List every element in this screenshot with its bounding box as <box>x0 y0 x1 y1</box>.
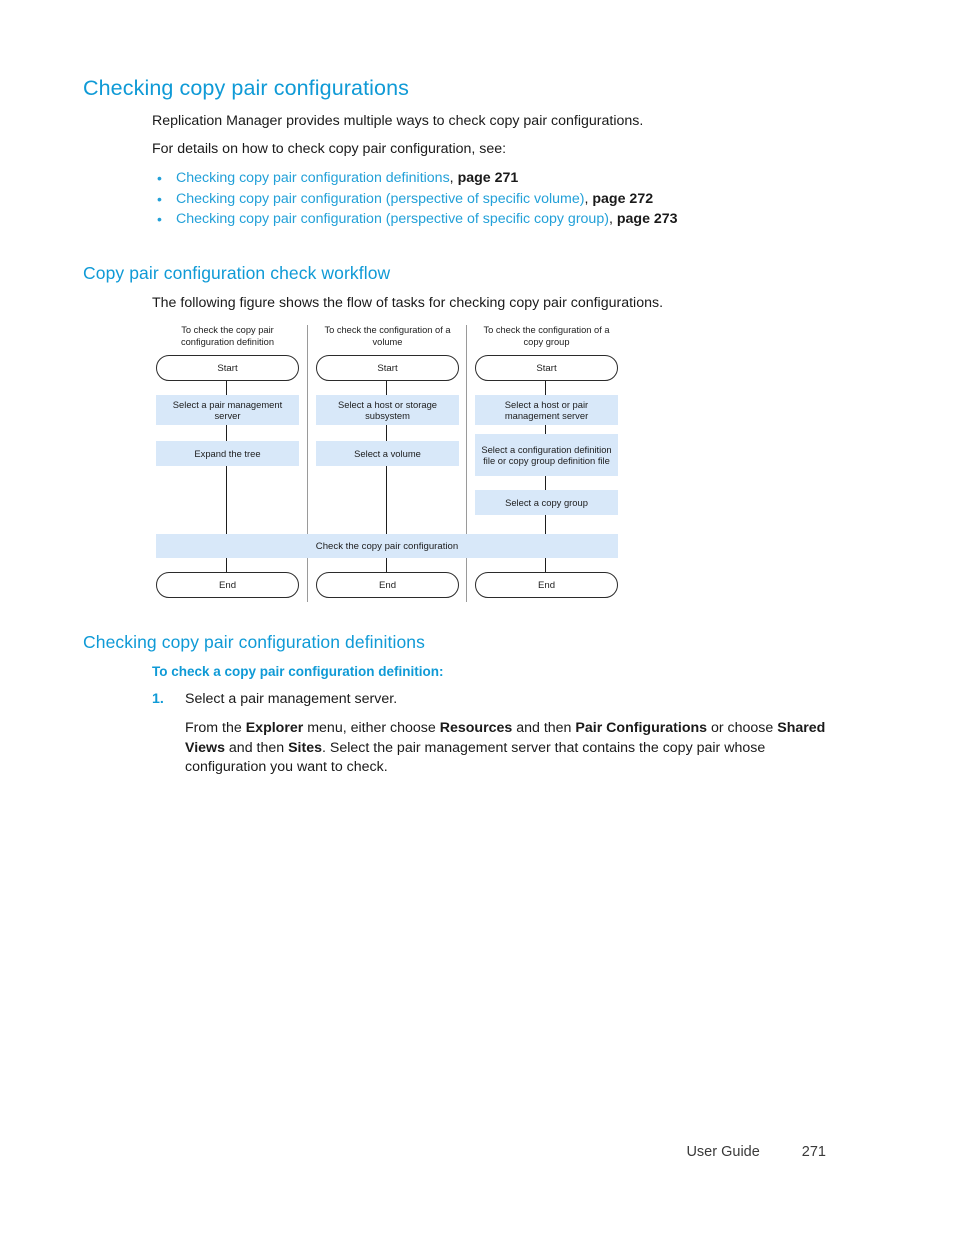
page-reference: page 272 <box>592 190 654 207</box>
section-heading-definitions: Checking copy pair configuration definit… <box>83 632 425 652</box>
flow-connector <box>386 466 388 534</box>
step-text-fragment: or choose <box>707 720 778 736</box>
cross-reference-link[interactable]: Checking copy pair configuration (perspe… <box>176 191 584 207</box>
section-heading-workflow: Copy pair configuration check workflow <box>83 263 391 283</box>
column-header-line: volume <box>372 336 403 347</box>
flow-connector <box>545 558 547 572</box>
separator-text: , <box>608 211 617 227</box>
flow-node-start: Start <box>475 355 618 381</box>
flow-node-end: End <box>475 572 618 598</box>
flow-connector <box>545 515 547 534</box>
step-text-fragment: menu, either choose <box>303 720 440 736</box>
page-footer: User Guide 271 <box>0 1144 826 1160</box>
flow-node-shared-check: Check the copy pair configuration <box>156 534 618 558</box>
flow-node-process: Select a host or pair management server <box>475 395 618 425</box>
column-separator <box>307 558 308 602</box>
step-number: 1. <box>152 691 164 707</box>
flow-connector <box>226 425 228 441</box>
procedure-subheading: To check a copy pair configuration defin… <box>152 664 444 679</box>
flow-node-start: Start <box>316 355 459 381</box>
column-header-copy-group: To check the configuration of a copy gro… <box>475 325 618 348</box>
flow-connector <box>386 425 388 441</box>
column-separator <box>466 325 467 534</box>
ui-term-explorer: Explorer <box>245 720 304 736</box>
flow-connector <box>226 558 228 572</box>
list-item: • Checking copy pair configuration (persp… <box>152 209 678 230</box>
column-header-line: To check the configuration of a <box>483 325 610 335</box>
copy-pair-workflow-diagram: To check the copy pair configuration def… <box>156 325 618 602</box>
flow-connector <box>226 381 228 395</box>
separator-text: , <box>449 170 458 186</box>
intro-paragraph-2: For details on how to check copy pair co… <box>152 141 507 157</box>
list-item: • Checking copy pair configuration defini… <box>152 168 678 189</box>
step-text-fragment: and then <box>224 739 289 756</box>
page-reference: page 271 <box>457 170 519 186</box>
column-header-line: copy group <box>523 336 570 347</box>
intro-paragraph-1: Replication Manager provides multiple wa… <box>152 113 644 129</box>
flow-connector <box>226 466 228 534</box>
step-body-paragraph: From the Explorer menu, either choose Re… <box>185 719 833 778</box>
cross-reference-list: • Checking copy pair configuration defini… <box>152 168 678 230</box>
flow-node-end: End <box>316 572 459 598</box>
list-item: • Checking copy pair configuration (persp… <box>152 189 678 210</box>
bullet-icon: • <box>157 190 162 207</box>
cross-reference-link[interactable]: Checking copy pair configuration definit… <box>176 170 450 186</box>
flow-node-process: Select a copy group <box>475 490 618 515</box>
flow-connector <box>545 476 547 490</box>
footer-page-number: 271 <box>801 1144 826 1160</box>
bullet-icon: • <box>157 170 162 186</box>
flow-node-start: Start <box>156 355 299 381</box>
flow-node-process: Select a pair management server <box>156 395 299 425</box>
column-header-line: configuration definition <box>180 336 275 347</box>
column-separator <box>307 325 308 534</box>
figure-intro-paragraph: The following figure shows the flow of t… <box>152 295 664 311</box>
footer-label: User Guide <box>686 1144 760 1160</box>
ui-term-sites: Sites <box>288 739 323 756</box>
cross-reference-link[interactable]: Checking copy pair configuration (perspe… <box>176 211 609 227</box>
flow-node-process: Select a volume <box>316 441 459 466</box>
flow-connector <box>545 425 547 434</box>
column-header-copy-pair-definition: To check the copy pair configuration def… <box>156 325 299 348</box>
bullet-icon: • <box>157 211 162 227</box>
column-header-volume: To check the configuration of a volume <box>316 325 459 348</box>
page-title: Checking copy pair configurations <box>83 76 409 100</box>
flow-connector <box>386 558 388 572</box>
flow-connector <box>545 381 547 395</box>
page-reference: page 273 <box>616 211 678 227</box>
column-header-line: To check the configuration of a <box>324 325 451 335</box>
column-header-line: To check the copy pair <box>181 325 274 335</box>
step-text-fragment: and then <box>512 720 576 736</box>
flow-node-process: Select a configuration definition file o… <box>475 434 618 476</box>
flow-node-process: Select a host or storage subsystem <box>316 395 459 425</box>
ui-term-pair-configurations: Pair Configurations <box>575 720 708 736</box>
flow-node-process: Expand the tree <box>156 441 299 466</box>
step-text-fragment: From the <box>185 720 246 736</box>
flow-node-end: End <box>156 572 299 598</box>
step-title: Select a pair management server. <box>185 691 398 707</box>
flow-connector <box>386 381 388 395</box>
ui-term-resources: Resources <box>439 720 513 736</box>
column-separator <box>466 558 467 602</box>
